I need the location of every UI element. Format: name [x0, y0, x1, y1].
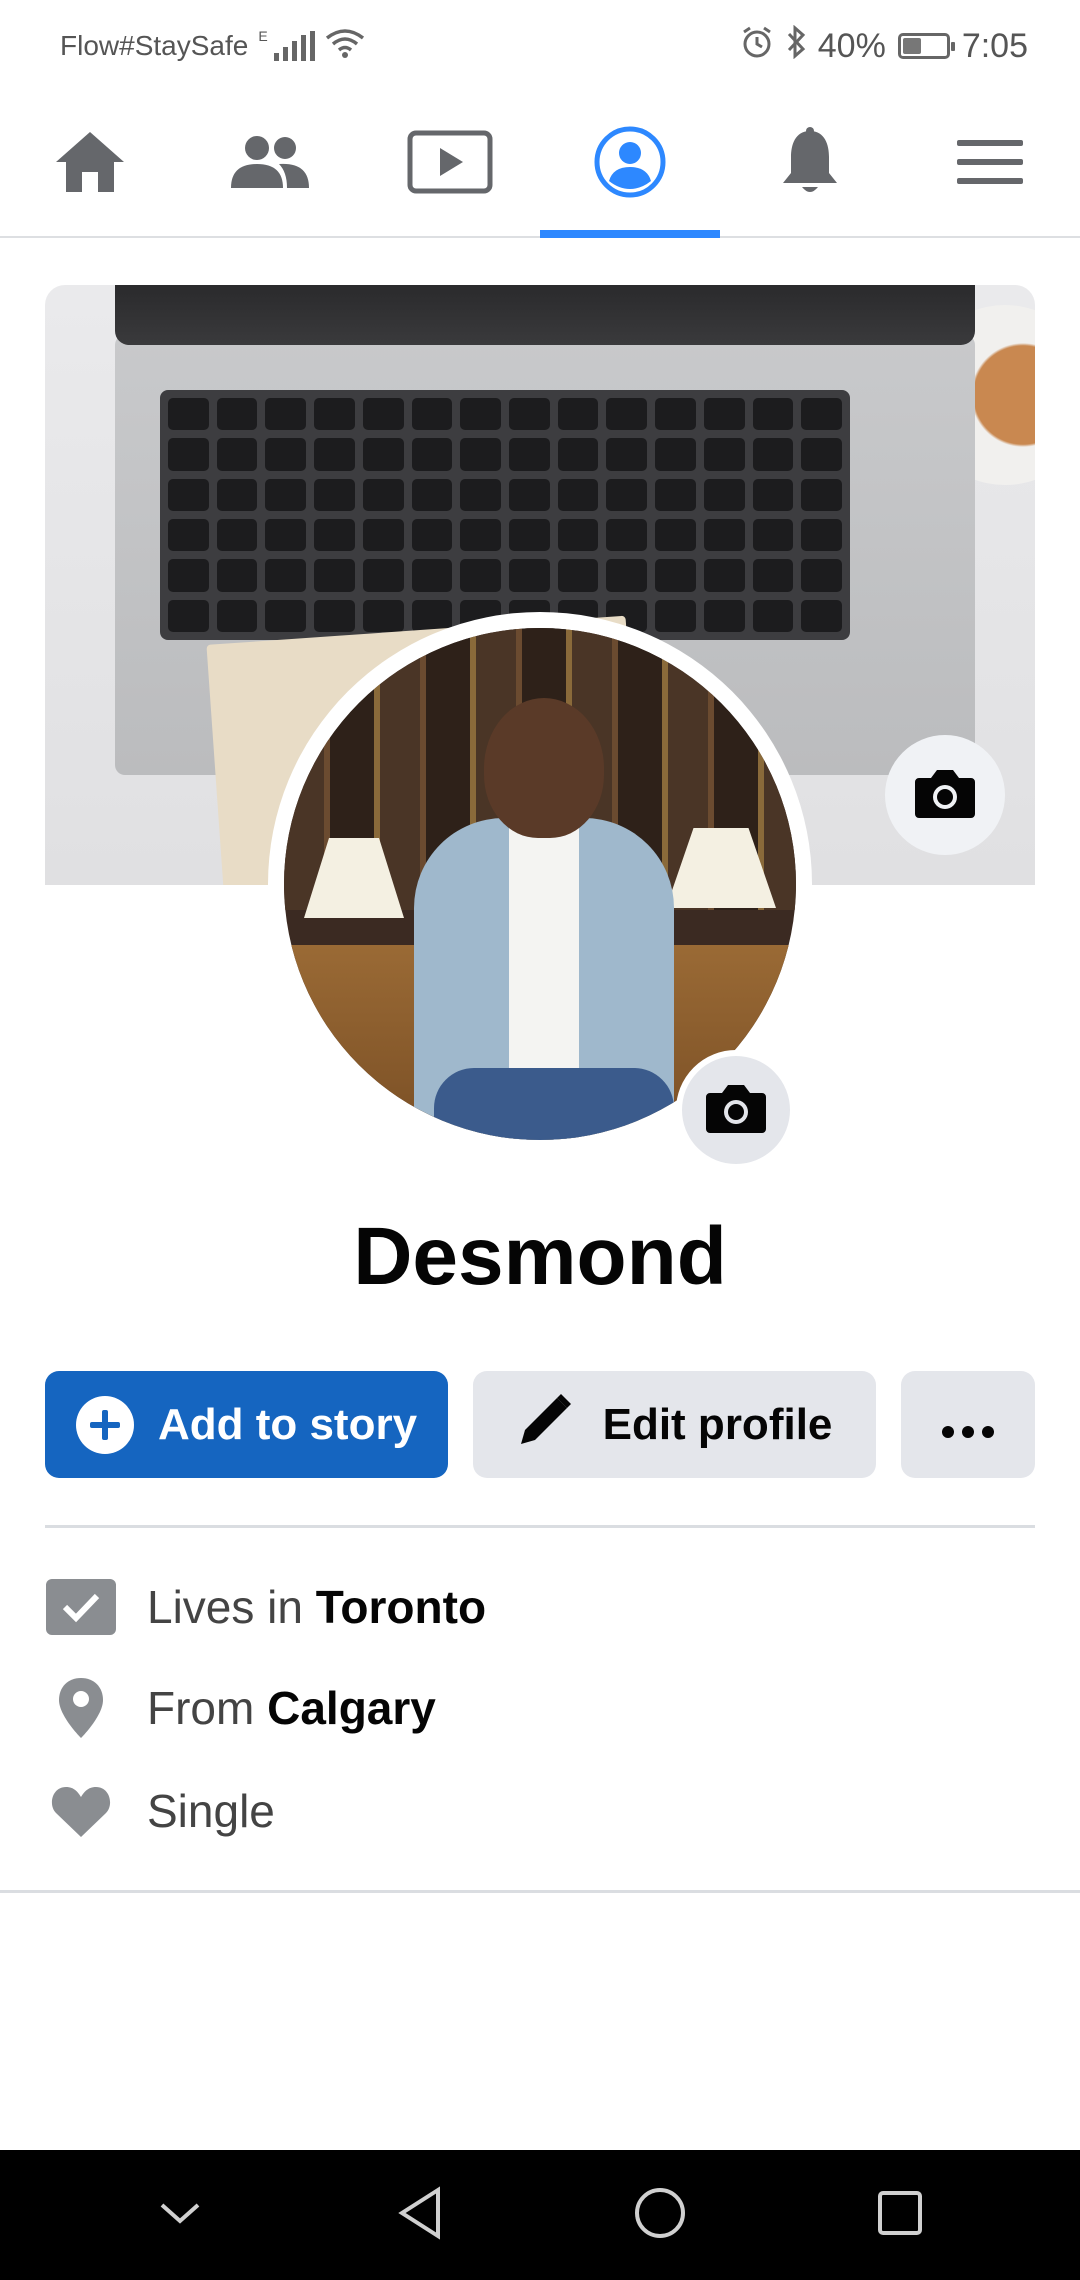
more-icon [941, 1400, 995, 1450]
add-to-story-button[interactable]: Add to story [45, 1371, 448, 1478]
tab-profile[interactable] [540, 92, 720, 238]
chevron-down-icon [158, 2199, 202, 2232]
lives-in-city[interactable]: Toronto [316, 1580, 486, 1634]
camera-icon [913, 766, 977, 825]
from-city[interactable]: Calgary [267, 1681, 436, 1735]
edit-profile-label: Edit profile [602, 1399, 833, 1449]
cover-keyboard-image [160, 390, 850, 640]
battery-percent: 40% [817, 26, 886, 65]
collapse-button[interactable] [120, 2165, 240, 2265]
heart-icon [45, 1776, 117, 1846]
plus-icon [75, 1395, 134, 1454]
cover-camera-button[interactable] [885, 735, 1005, 855]
status-right: 40% 7:05 [740, 24, 1028, 68]
signal-icon [273, 31, 315, 61]
add-to-story-label: Add to story [157, 1399, 418, 1449]
wifi-icon [325, 28, 365, 65]
intro-from[interactable]: From Calgary [45, 1673, 1035, 1743]
status-bar: Flow#StaySafe E 40% 7:05 [0, 0, 1080, 92]
section-divider [0, 1890, 1080, 1893]
recents-button[interactable] [840, 2165, 960, 2265]
cover-laptop-screen [115, 285, 975, 345]
home-button[interactable] [600, 2165, 720, 2265]
profile-name: Desmond [353, 1211, 727, 1302]
divider [45, 1525, 1035, 1528]
tab-menu[interactable] [900, 92, 1080, 236]
menu-icon [957, 138, 1023, 191]
edit-profile-button[interactable]: Edit profile [473, 1371, 876, 1478]
pencil-icon [517, 1390, 575, 1459]
video-icon [407, 130, 493, 199]
profile-actions: Add to story Edit profile [45, 1371, 1035, 1478]
camera-icon [704, 1081, 768, 1140]
recents-icon [876, 2189, 924, 2242]
back-button[interactable] [360, 2165, 480, 2265]
home-check-icon [45, 1572, 117, 1642]
tab-watch[interactable] [360, 92, 540, 236]
avatar-camera-button[interactable] [676, 1050, 796, 1170]
network-type: E [258, 27, 268, 44]
more-options-button[interactable] [901, 1371, 1035, 1478]
location-pin-icon [45, 1673, 117, 1743]
bell-icon [779, 126, 841, 202]
friends-icon [229, 134, 311, 195]
bluetooth-icon [786, 24, 806, 68]
relationship-status: Single [147, 1785, 275, 1837]
tab-notifications[interactable] [720, 92, 900, 236]
intro-relationship[interactable]: Single [45, 1776, 1035, 1846]
back-icon [396, 2185, 444, 2245]
lives-in-prefix: Lives in [147, 1581, 303, 1633]
tab-friends[interactable] [180, 92, 360, 236]
system-navigation-bar [0, 2150, 1080, 2280]
tab-home[interactable] [0, 92, 180, 236]
carrier-name: Flow#StaySafe [60, 30, 249, 61]
battery-icon [897, 33, 955, 59]
home-icon [54, 130, 126, 199]
profile-icon [593, 125, 667, 204]
top-navigation [0, 92, 1080, 238]
status-left: Flow#StaySafe E [60, 28, 365, 65]
alarm-icon [740, 25, 774, 68]
from-prefix: From [147, 1682, 255, 1734]
circle-home-icon [633, 2186, 687, 2245]
intro-lives-in[interactable]: Lives in Toronto [45, 1572, 1035, 1642]
clock: 7:05 [961, 26, 1028, 65]
